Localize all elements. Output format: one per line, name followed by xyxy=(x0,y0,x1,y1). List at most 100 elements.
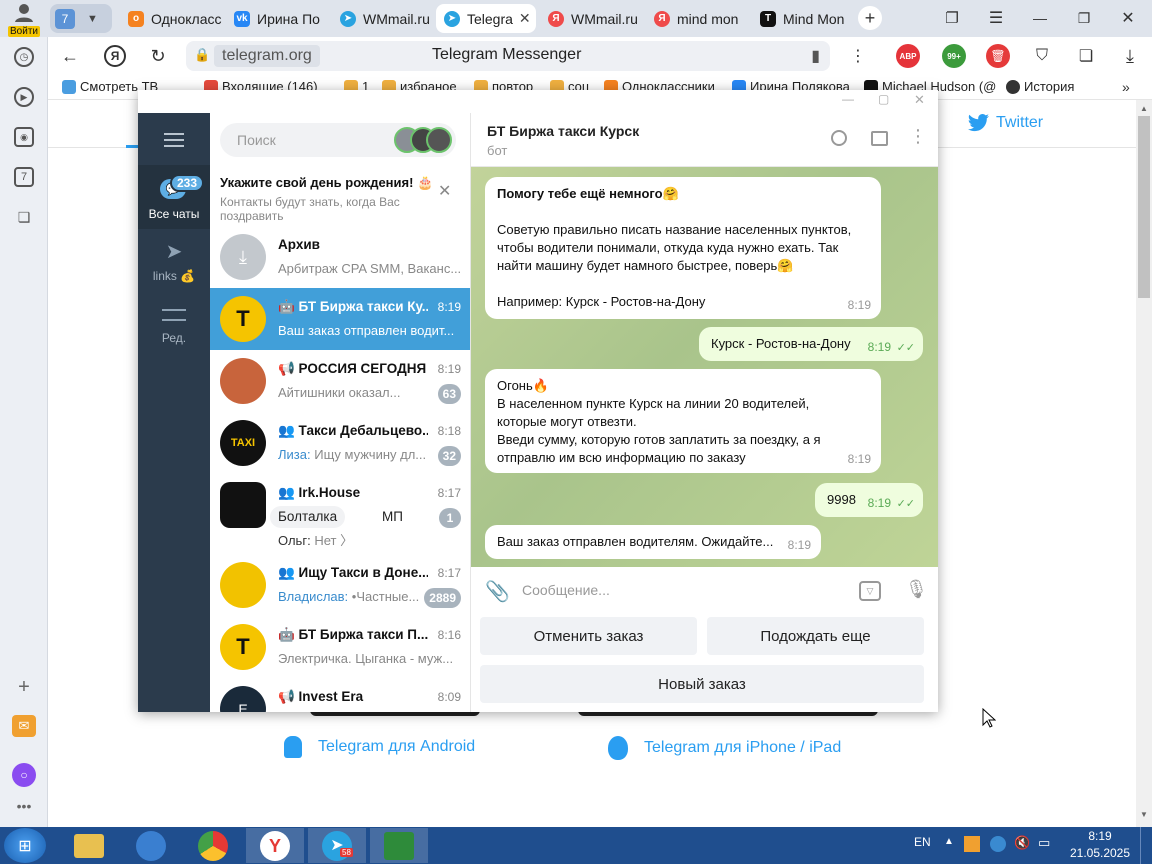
attach-icon[interactable]: 📎 xyxy=(485,579,510,604)
new-tab-button[interactable]: + xyxy=(858,6,882,30)
chat-bt-birzha-p[interactable]: T 🤖 БТ Биржа такси П... 8:16 Электричка.… xyxy=(210,616,470,678)
mail-icon[interactable]: ✉ xyxy=(12,715,36,737)
tab-odnoklassniki[interactable]: о Однокласс xyxy=(120,4,222,33)
back-icon[interactable]: ← xyxy=(60,46,80,66)
chat-taxi-debaltsevo[interactable]: TAXI 👥 Такси Дебальцево... 8:18 Лиза: Ищ… xyxy=(210,412,470,474)
tab-group-counter[interactable]: 7 ▼ xyxy=(50,4,112,33)
tab-wmmail[interactable]: ➤ WMmail.ru xyxy=(332,4,432,33)
close-icon[interactable]: ✕ xyxy=(914,92,925,108)
menu-icon[interactable]: ☰ xyxy=(986,8,1006,28)
maximize-icon[interactable]: ▢ xyxy=(878,92,889,106)
trash-extension-icon[interactable]: 🗑 xyxy=(986,44,1010,68)
add-icon[interactable]: + xyxy=(14,676,34,698)
close-tab-icon[interactable]: ✕ xyxy=(519,10,531,27)
tab-vk[interactable]: vk Ирина По xyxy=(226,4,328,33)
chat-taxi-donetsk[interactable]: 👥 Ищу Такси в Доне... 8:17 Владислав: •Ч… xyxy=(210,554,470,616)
adblock-icon[interactable]: ABP xyxy=(896,44,920,68)
message-bubble[interactable]: Ваш заказ отправлен водителям. Ожидайте.… xyxy=(485,525,821,559)
more-vertical-icon[interactable]: ⋮ xyxy=(909,126,927,147)
taskbar-chrome[interactable] xyxy=(184,828,242,863)
page-scrollbar[interactable]: ▲ ▼ xyxy=(1136,100,1152,827)
twitter-link[interactable]: Twitter xyxy=(968,114,1043,132)
chat-invest-era[interactable]: E 📢 Invest Era 8:09 xyxy=(210,678,470,712)
page-menu-icon[interactable]: ⋮ xyxy=(848,46,868,66)
clock-date[interactable]: 21.05.2025 xyxy=(1068,846,1132,860)
stories-avatars[interactable] xyxy=(394,127,452,153)
tab-mind-mon-2[interactable]: T Mind Mon xyxy=(752,4,854,33)
restore-icon[interactable]: ❐ xyxy=(1074,8,1094,28)
message-bubble-outgoing[interactable]: 9998 8:19 ✓✓ xyxy=(815,483,923,517)
yandex-logo-icon[interactable]: Я xyxy=(104,45,126,67)
message-input[interactable]: Сообщение... xyxy=(522,582,842,598)
tab-mind-mon[interactable]: Яmind mon xyxy=(646,4,748,33)
tray-network-icon[interactable] xyxy=(990,836,1006,852)
tray-expand-icon[interactable]: ▲ xyxy=(944,836,954,847)
android-link[interactable]: Telegram для Android xyxy=(284,736,475,758)
taskbar-app[interactable] xyxy=(370,828,428,863)
start-button[interactable]: ⊞ xyxy=(4,828,46,863)
wait-more-button[interactable]: Подождать еще xyxy=(707,617,924,655)
bookmark-history[interactable]: История xyxy=(1006,79,1074,94)
bot-keyboard-icon[interactable]: ▽ xyxy=(859,581,881,601)
taskbar-telegram[interactable]: ➤ 58 xyxy=(308,828,366,863)
folder-all-chats[interactable]: 💬 233 Все чаты xyxy=(138,165,210,229)
scroll-thumb[interactable] xyxy=(1138,116,1150,298)
taskbar-yandex[interactable]: Y xyxy=(246,828,304,863)
tab-manager-icon[interactable]: ❐ xyxy=(942,8,962,28)
chat-header[interactable]: БТ Биржа такси Курск бот ⋮ xyxy=(471,113,938,167)
tab-wmmail-2[interactable]: Я WMmail.ru xyxy=(540,4,642,33)
new-order-button[interactable]: Новый заказ xyxy=(480,665,924,703)
search-input[interactable]: Поиск xyxy=(220,123,456,157)
scroll-down-icon[interactable]: ▼ xyxy=(1140,810,1148,819)
search-icon[interactable] xyxy=(831,130,847,146)
cancel-order-button[interactable]: Отменить заказ xyxy=(480,617,697,655)
message-bubble[interactable]: Помогу тебе ещё немного🤗 Советую правиль… xyxy=(485,177,881,319)
clock-time[interactable]: 8:19 xyxy=(1080,829,1120,843)
download-icon[interactable]: ⤓ xyxy=(1118,44,1142,68)
message-bubble[interactable]: Огонь🔥 В населенном пункте Курск на лини… xyxy=(485,369,881,473)
language-indicator[interactable]: EN xyxy=(914,835,931,849)
ios-link[interactable]: Telegram для iPhone / iPad xyxy=(608,736,841,760)
tabs-count-icon[interactable]: 7 xyxy=(14,167,34,187)
birthday-banner[interactable]: Укажите свой день рождения! 🎂 Контакты б… xyxy=(210,167,470,223)
sidebar-toggle-icon[interactable] xyxy=(871,131,888,146)
alice-icon[interactable]: ○ xyxy=(12,763,36,787)
more-icon[interactable]: ••• xyxy=(14,798,34,814)
volume-muted-icon[interactable]: 🔇 xyxy=(1014,835,1030,851)
play-icon[interactable]: ▶ xyxy=(14,87,34,107)
profile-button[interactable]: Войти xyxy=(4,2,44,37)
chat-irk-house[interactable]: 👥 Irk.House 8:17 Болталка МП 1 Ольг: Нет… xyxy=(210,474,470,554)
folder-links[interactable]: ➤ links 💰 xyxy=(138,231,210,291)
close-window-icon[interactable]: ✕ xyxy=(1118,8,1138,28)
close-icon[interactable]: ✕ xyxy=(438,181,451,201)
topic-chip[interactable]: Болталка xyxy=(270,506,346,528)
address-field[interactable]: 🔒 telegram.org Telegram Messenger ▮ xyxy=(186,41,830,71)
minimize-icon[interactable]: — xyxy=(1030,8,1050,28)
taskbar-browser[interactable] xyxy=(122,828,180,863)
telegram-title-bar[interactable]: — ▢ ✕ xyxy=(138,90,938,113)
camera-icon[interactable]: ◉ xyxy=(14,127,34,147)
vpn-shield-icon[interactable]: ⛉ xyxy=(1030,44,1054,68)
notes-icon[interactable]: ❏ xyxy=(1074,44,1098,68)
extension-icon[interactable]: 99+ xyxy=(942,44,966,68)
minimize-icon[interactable]: — xyxy=(842,92,854,106)
topic-chip[interactable]: МП xyxy=(378,506,407,528)
tray-app-icon[interactable] xyxy=(964,836,980,852)
tab-telegram[interactable]: ➤ Telegra ✕ xyxy=(436,4,536,33)
taskbar-explorer[interactable] xyxy=(60,828,118,863)
hamburger-menu-icon[interactable] xyxy=(164,133,184,147)
message-bubble-outgoing[interactable]: Курск - Ростов-на-Дону 8:19 ✓✓ xyxy=(699,327,923,361)
chevron-right-icon[interactable]: » xyxy=(1122,79,1130,95)
chat-bt-birzha-kursk[interactable]: T 🤖 БТ Биржа такси Ку... 8:19 Ваш заказ … xyxy=(210,288,470,350)
collections-icon[interactable]: ❏ xyxy=(14,207,34,227)
chat-russia-today[interactable]: 📢 РОССИЯ СЕГОДНЯ 8:19 Айтишники оказал..… xyxy=(210,350,470,412)
microphone-icon[interactable]: 🎙 xyxy=(905,579,928,600)
show-desktop-button[interactable] xyxy=(1140,827,1152,864)
folder-edit[interactable]: Ред. xyxy=(138,293,210,353)
chat-archive[interactable]: ⤓ Архив Арбитраж CPA SMM, Ваканс... xyxy=(210,226,470,288)
history-icon[interactable]: ◷ xyxy=(14,47,34,67)
scroll-up-icon[interactable]: ▲ xyxy=(1140,104,1148,113)
bookmark-icon[interactable]: ▮ xyxy=(811,46,820,66)
action-center-icon[interactable]: ▭ xyxy=(1038,835,1050,851)
reload-icon[interactable]: ↻ xyxy=(148,46,168,66)
